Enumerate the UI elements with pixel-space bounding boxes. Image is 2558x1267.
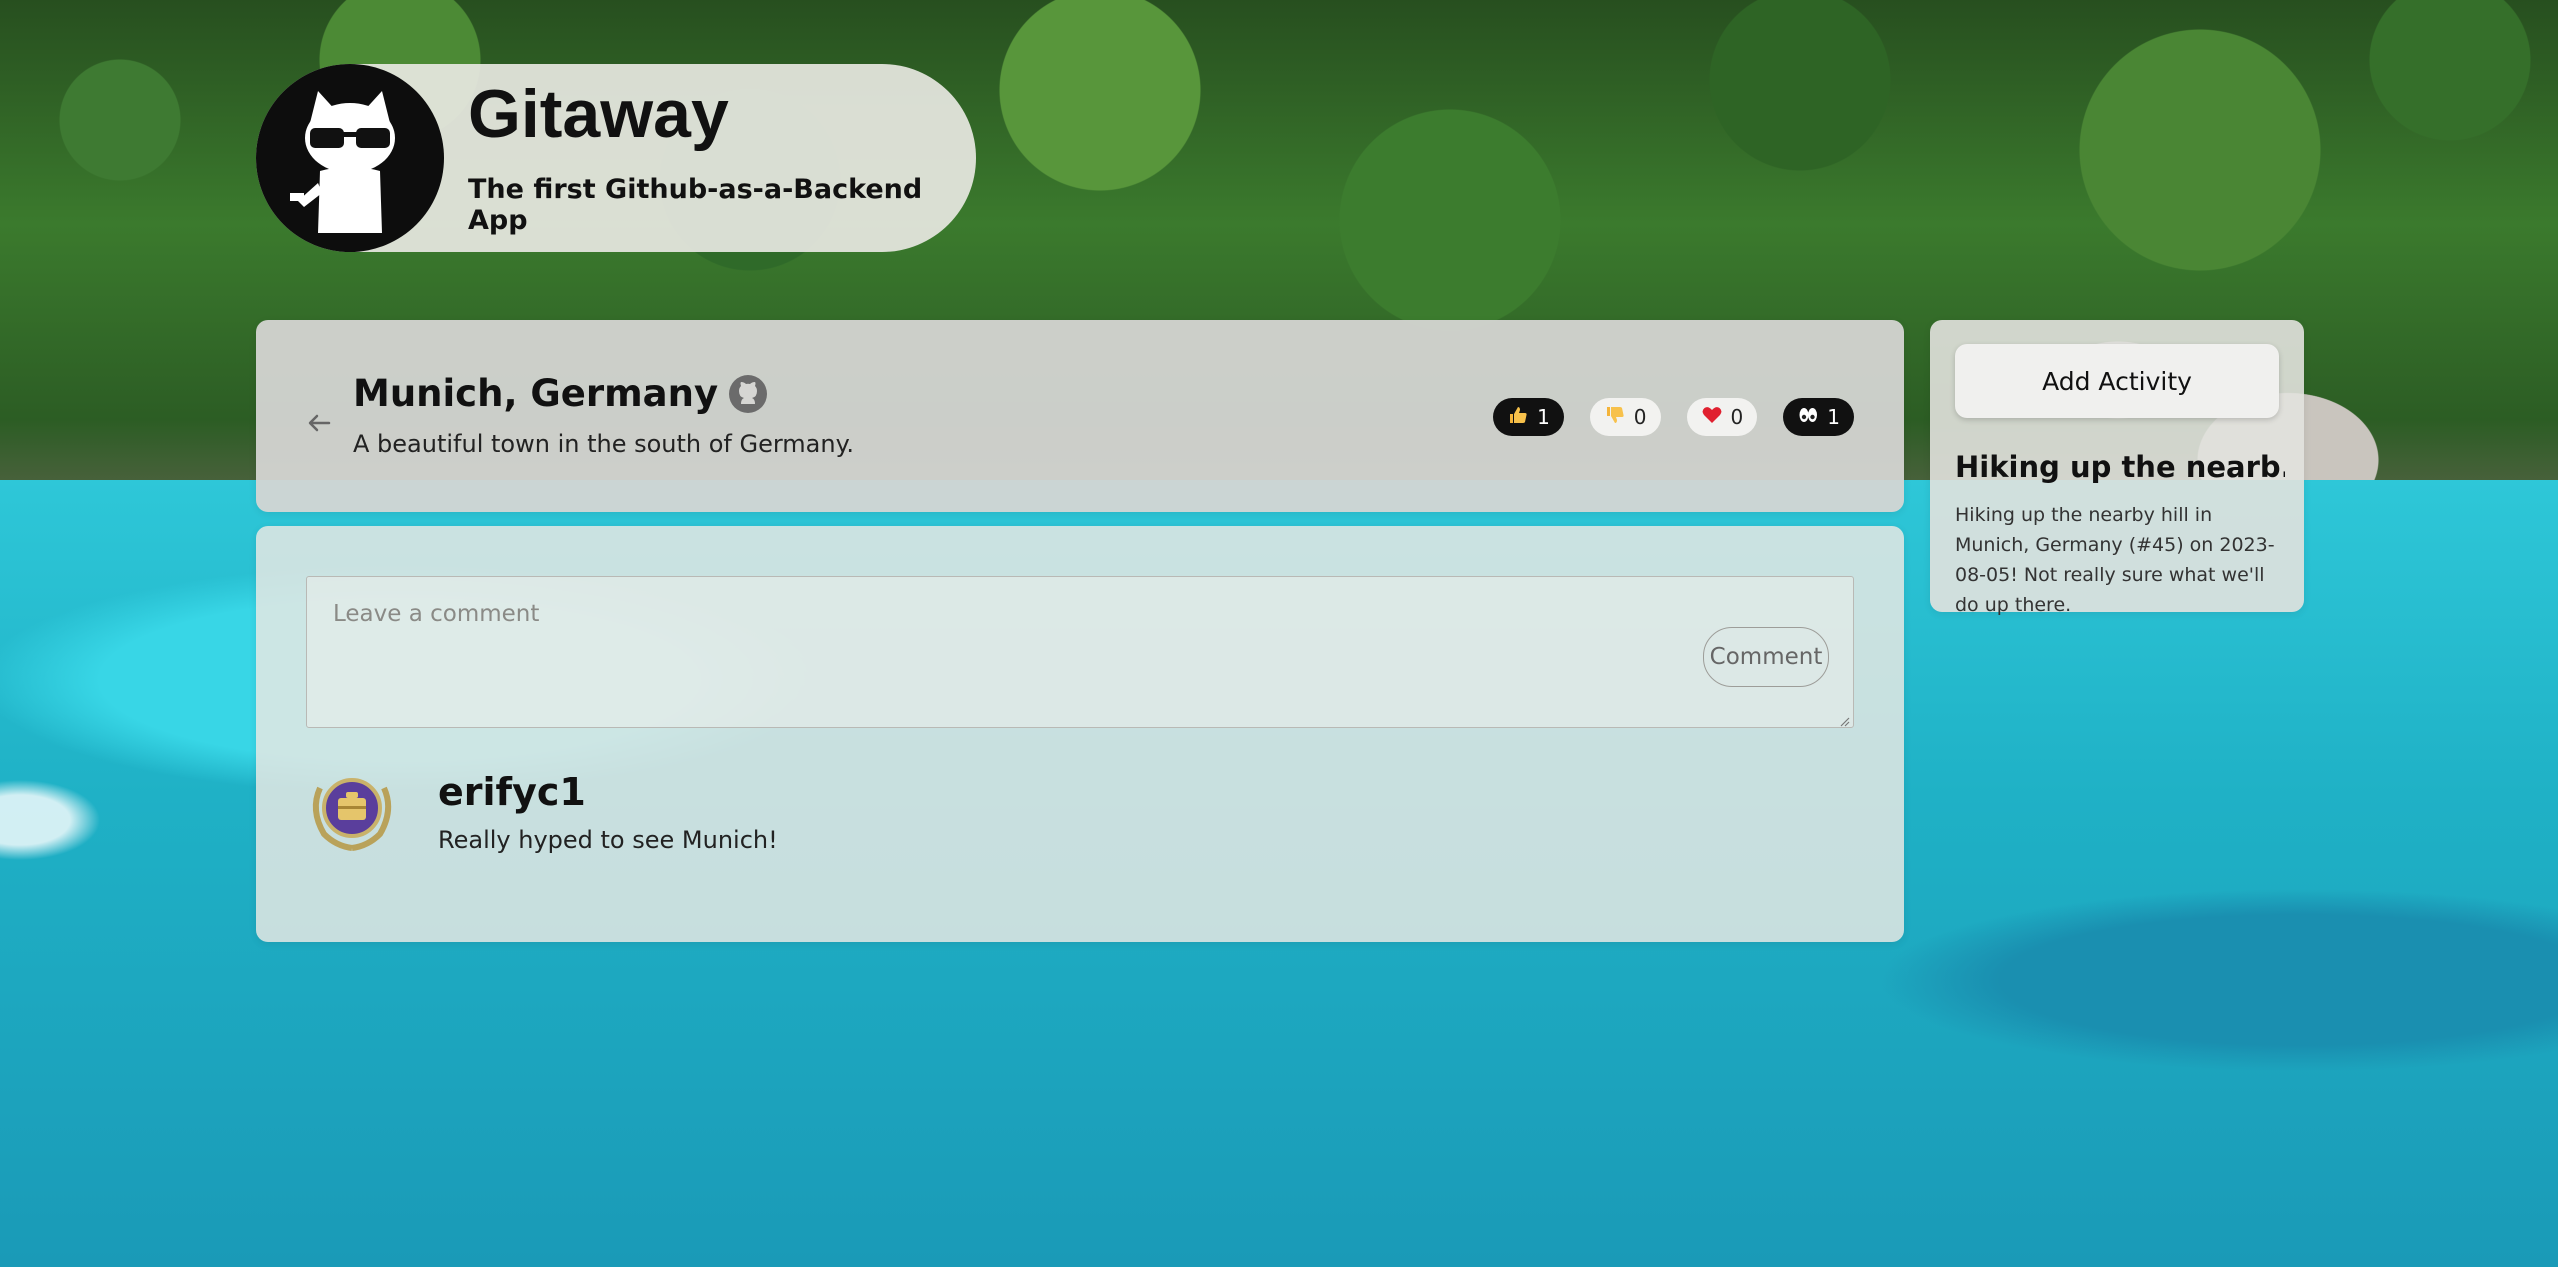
reaction-count: 0 xyxy=(1730,405,1744,429)
comment-text: Really hyped to see Munich! xyxy=(438,826,778,854)
eyes-icon xyxy=(1797,404,1819,431)
reaction-heart[interactable]: 0 xyxy=(1686,398,1758,436)
comment-placeholder: Leave a comment xyxy=(333,601,540,627)
reaction-count: 0 xyxy=(1633,405,1647,429)
github-icon[interactable] xyxy=(728,374,768,414)
background-foam xyxy=(0,760,140,880)
brand-header[interactable]: Gitaway The first Github-as-a-Backend Ap… xyxy=(256,64,976,252)
comment-input[interactable]: Leave a comment Comment xyxy=(306,576,1854,728)
activity-title[interactable]: Hiking up the nearb... xyxy=(1955,450,2285,484)
reaction-thumbs-down[interactable]: 0 xyxy=(1589,398,1661,436)
reaction-count: 1 xyxy=(1827,405,1840,429)
comments-panel: Leave a comment Comment erifyc1 Really h… xyxy=(256,526,1904,942)
avatar-badge-icon[interactable] xyxy=(306,768,398,852)
reaction-count: 1 xyxy=(1537,405,1550,429)
heart-icon xyxy=(1701,404,1723,431)
activity-description: Hiking up the nearby hill in Munich, Ger… xyxy=(1955,504,2275,616)
comment-username[interactable]: erifyc1 xyxy=(438,770,778,814)
comment-submit-button[interactable]: Comment xyxy=(1703,627,1829,687)
octocat-sunglasses-icon xyxy=(256,64,444,252)
activities-sidebar: Add Activity Hiking up the nearb... Hiki… xyxy=(1930,320,2304,616)
resize-handle-icon[interactable] xyxy=(1838,712,1850,727)
thumbs-down-icon xyxy=(1604,404,1626,431)
reactions-bar: 1 0 0 1 xyxy=(1493,398,1854,436)
brand-subtitle: The first Github-as-a-Backend App xyxy=(468,174,923,236)
brand-title: Gitaway xyxy=(468,76,729,152)
trip-header-panel: Munich, Germany A beautiful town in the … xyxy=(256,320,1904,512)
trip-title: Munich, Germany xyxy=(353,372,719,415)
trip-description: A beautiful town in the south of Germany… xyxy=(353,430,855,458)
reaction-eyes[interactable]: 1 xyxy=(1783,398,1854,436)
arrow-left-icon[interactable] xyxy=(302,406,336,440)
thumbs-up-icon xyxy=(1507,404,1529,431)
add-activity-button[interactable]: Add Activity xyxy=(1955,344,2279,418)
reaction-thumbs-up[interactable]: 1 xyxy=(1493,398,1564,436)
comment-item: erifyc1 Really hyped to see Munich! xyxy=(306,768,778,854)
